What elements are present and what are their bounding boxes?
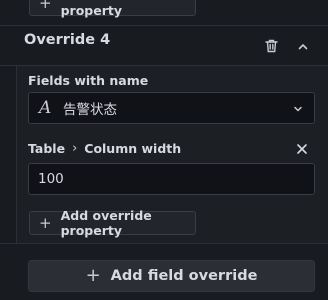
divider (0, 243, 328, 244)
trash-icon[interactable] (262, 37, 280, 55)
field-name-select[interactable]: A 告警状态 (28, 92, 315, 124)
add-field-override-label: Add field override (110, 268, 258, 284)
matcher-label: Fields with name (28, 73, 149, 88)
divider (0, 25, 328, 26)
add-override-property-button-top[interactable]: + Add override property (29, 0, 196, 18)
plus-icon: + (39, 0, 52, 12)
chevron-down-icon (294, 106, 302, 112)
breadcrumb-separator: › (72, 141, 78, 156)
add-field-override-button[interactable]: + Add field override (28, 260, 315, 292)
property-breadcrumb: Table › Column width (28, 141, 181, 156)
override-title[interactable]: Override 4 (24, 32, 110, 48)
column-width-input[interactable]: 100 (28, 163, 315, 195)
plus-icon: + (39, 213, 52, 232)
chevron-up-icon[interactable] (294, 37, 312, 55)
close-icon[interactable] (295, 142, 309, 156)
override-panel: + Add override property Override 4 Field… (0, 0, 328, 300)
font-icon: A (39, 98, 52, 118)
add-override-property-label: Add override property (60, 0, 152, 18)
add-override-property-button[interactable]: + Add override property (29, 208, 196, 238)
select-value: 告警状态 (63, 102, 117, 118)
add-override-property-label: Add override property (60, 208, 152, 238)
section-border (16, 66, 17, 244)
property-name: Column width (84, 141, 182, 156)
plus-icon: + (85, 265, 101, 286)
property-category: Table (28, 141, 66, 156)
